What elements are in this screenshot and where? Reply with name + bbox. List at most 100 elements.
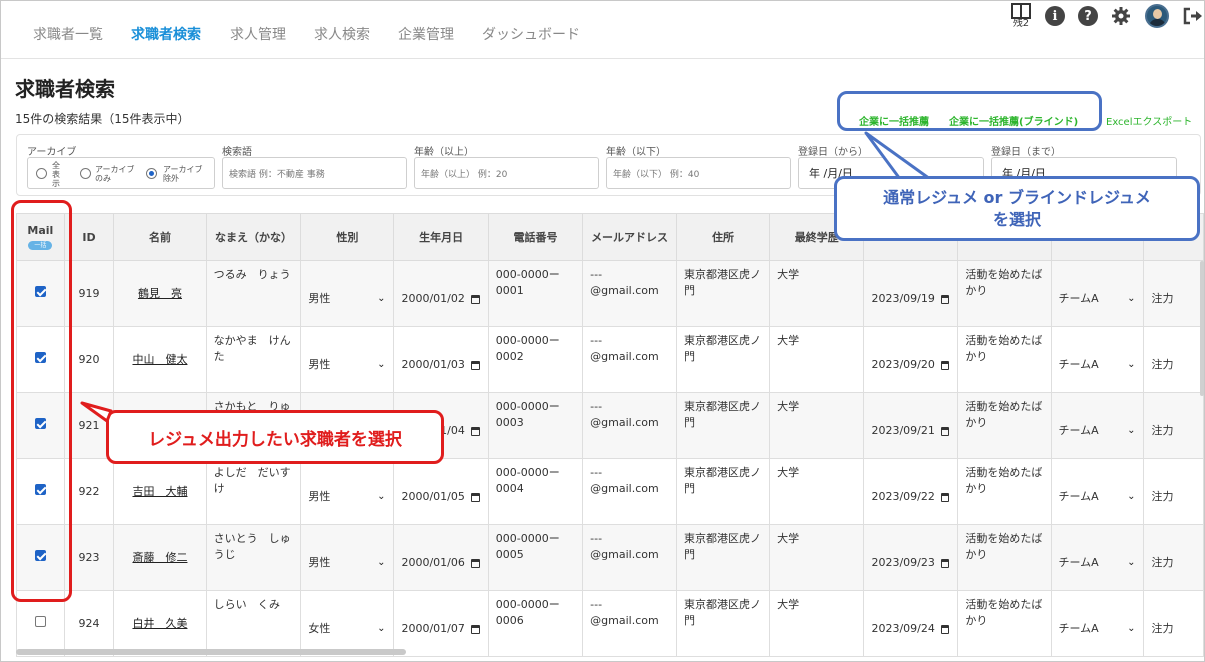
candidate-name-link[interactable]: 吉田 大輔 [132, 485, 187, 498]
team-select[interactable]: チームA ⌄ [1059, 621, 1136, 637]
flag-cell: 注力 [1143, 458, 1204, 525]
column-header[interactable]: 名前 [113, 213, 207, 261]
education-cell: 大学 [769, 260, 865, 327]
flag-select[interactable]: 注力 [1151, 423, 1195, 439]
registration-date-input[interactable]: 2023/09/22 [871, 489, 950, 505]
excel-export-link[interactable]: Excelエクスポート [1106, 113, 1192, 128]
gear-icon[interactable] [1109, 1, 1133, 31]
radio-archive-exclude[interactable] [146, 168, 157, 179]
table-row[interactable]: 923 斎藤 修二 さいとう しゅうじ 男性 ⌄ 2000/01/06 000-0000ー0… [16, 524, 1204, 591]
table-row[interactable]: 924 白井 久美 しらい くみ 女性 ⌄ 2000/01/07 000-0000ー0006… [16, 590, 1204, 657]
column-header[interactable]: 性別 [300, 213, 395, 261]
mail-checkbox[interactable] [34, 615, 46, 627]
birthdate-input[interactable]: 2000/01/02 [401, 291, 480, 307]
team-select[interactable]: チームA ⌄ [1059, 291, 1136, 307]
team-value: チームA [1058, 292, 1099, 305]
help-icon[interactable]: ? [1076, 1, 1100, 31]
flag-value: 注力 [1151, 358, 1174, 371]
candidate-name-link[interactable]: 鶴見 亮 [138, 287, 182, 300]
email-cell: ---@gmail.com [582, 326, 677, 393]
gender-select[interactable]: 男性 ⌄ [308, 555, 385, 571]
registration-date-input[interactable]: 2023/09/24 [871, 621, 950, 637]
gender-select[interactable]: 女性 ⌄ [308, 621, 385, 637]
flag-select[interactable]: 注力 [1151, 555, 1195, 571]
horizontal-scrollbar[interactable] [16, 649, 406, 655]
id-cell: 924 [63, 590, 115, 657]
column-header[interactable]: 生年月日 [393, 213, 489, 261]
phone-cell: 000-0000ー0006 [487, 590, 584, 657]
nav-item-job-search[interactable]: 求人検索 [314, 24, 370, 44]
candidate-name-link[interactable]: 中山 健太 [132, 353, 187, 366]
info-icon[interactable]: i [1043, 1, 1067, 31]
candidate-name-link[interactable]: 白井 久美 [132, 617, 187, 630]
keyword-input[interactable]: 検索語 例：不動産 事務 [222, 157, 407, 189]
column-header[interactable]: なまえ（かな） [205, 213, 302, 261]
flag-select[interactable]: 注力 [1151, 357, 1195, 373]
registration-date-input[interactable]: 2023/09/19 [871, 291, 950, 307]
registration-date-input[interactable]: 2023/09/21 [871, 423, 950, 439]
registration-date-input[interactable]: 2023/09/23 [871, 555, 950, 571]
birthdate-input[interactable]: 2000/01/06 [401, 555, 480, 571]
birthdate-input[interactable]: 2000/01/07 [401, 621, 480, 637]
bulk-recommend-highlight [837, 91, 1102, 131]
name-cell: 中山 健太 [113, 326, 207, 393]
chevron-down-icon: ⌄ [377, 359, 386, 370]
candidate-name-link[interactable]: 斎藤 修二 [132, 551, 187, 564]
status-cell: 活動を始めたばかり [957, 260, 1052, 327]
team-select[interactable]: チームA ⌄ [1059, 357, 1136, 373]
address-cell: 東京都港区虎ノ門 [675, 590, 771, 657]
remaining-counter[interactable]: 残2 [1009, 1, 1033, 31]
team-select[interactable]: チームA ⌄ [1059, 423, 1136, 439]
nav-item-company-management[interactable]: 企業管理 [398, 24, 454, 44]
flag-cell: 注力 [1143, 260, 1204, 327]
app-window: 求職者一覧 求職者検索 求人管理 求人検索 企業管理 ダッシュボード 残2 i … [0, 0, 1205, 662]
vertical-scrollbar[interactable] [1200, 261, 1204, 396]
gender-select[interactable]: 男性 ⌄ [308, 489, 385, 505]
team-cell: チームA ⌄ [1050, 524, 1145, 591]
nav-item-candidate-search[interactable]: 求職者検索 [131, 24, 201, 44]
table-row[interactable]: 922 吉田 大輔 よしだ だいすけ 男性 ⌄ 2000/01/05 000-0000ー00… [16, 458, 1204, 525]
team-value: チームA [1058, 556, 1099, 569]
calendar-icon [470, 492, 480, 502]
registration-date-input[interactable]: 2023/09/20 [871, 357, 950, 373]
nav-item-candidate-list[interactable]: 求職者一覧 [33, 24, 103, 44]
table-row[interactable]: 919 鶴見 亮つるみ りょう 男性 ⌄ 2000/01/02 000-0000ー0001… [16, 260, 1204, 327]
column-header[interactable]: メールアドレス [582, 213, 677, 261]
flag-select[interactable]: 注力 [1151, 489, 1195, 505]
age-min-input[interactable]: 年齢（以上） 例：20 [414, 157, 599, 189]
calendar-icon [940, 426, 950, 436]
birthdate-input[interactable]: 2000/01/03 [401, 357, 480, 373]
archive-label: アーカイブ [27, 147, 77, 158]
team-select[interactable]: チームA ⌄ [1059, 555, 1136, 571]
column-header[interactable]: 電話番号 [487, 213, 584, 261]
flag-select[interactable]: 注力 [1151, 291, 1195, 307]
flag-value: 注力 [1151, 292, 1174, 305]
flag-value: 注力 [1151, 424, 1174, 437]
registration-date-cell: 2023/09/19 [863, 260, 959, 327]
remaining-label: 残2 [1012, 18, 1030, 29]
birth-cell: 2000/01/06 [393, 524, 489, 591]
avatar[interactable] [1145, 1, 1169, 31]
status-cell: 活動を始めたばかり [957, 524, 1052, 591]
nav-item-dashboard[interactable]: ダッシュボード [482, 24, 580, 44]
nav-item-job-management[interactable]: 求人管理 [230, 24, 286, 44]
age-max-input[interactable]: 年齢（以下） 例：40 [606, 157, 791, 189]
flag-cell: 注力 [1143, 524, 1204, 591]
team-select[interactable]: チームA ⌄ [1059, 489, 1136, 505]
kana-cell: しらい くみ [205, 590, 302, 657]
radio-all[interactable] [36, 168, 47, 179]
birthdate-input[interactable]: 2000/01/05 [401, 489, 480, 505]
flag-select[interactable]: 注力 [1151, 621, 1195, 637]
choose-resume-line1: 通常レジュメ or ブラインドレジュメ [883, 188, 1151, 207]
flag-value: 注力 [1151, 622, 1174, 635]
gender-select[interactable]: 男性 ⌄ [308, 291, 385, 307]
table-row[interactable]: 920 中山 健太 なかやま けんた 男性 ⌄ 2000/01/03 000-0000ー00… [16, 326, 1204, 393]
radio-archive-only[interactable] [80, 168, 91, 179]
logout-icon[interactable] [1181, 1, 1204, 31]
column-header[interactable]: 住所 [675, 213, 771, 261]
age-min-label: 年齢（以上） [414, 147, 474, 158]
phone-cell: 000-0000ー0001 [487, 260, 584, 327]
gender-select[interactable]: 男性 ⌄ [308, 357, 385, 373]
calendar-icon [470, 624, 480, 634]
calendar-icon [940, 360, 950, 370]
